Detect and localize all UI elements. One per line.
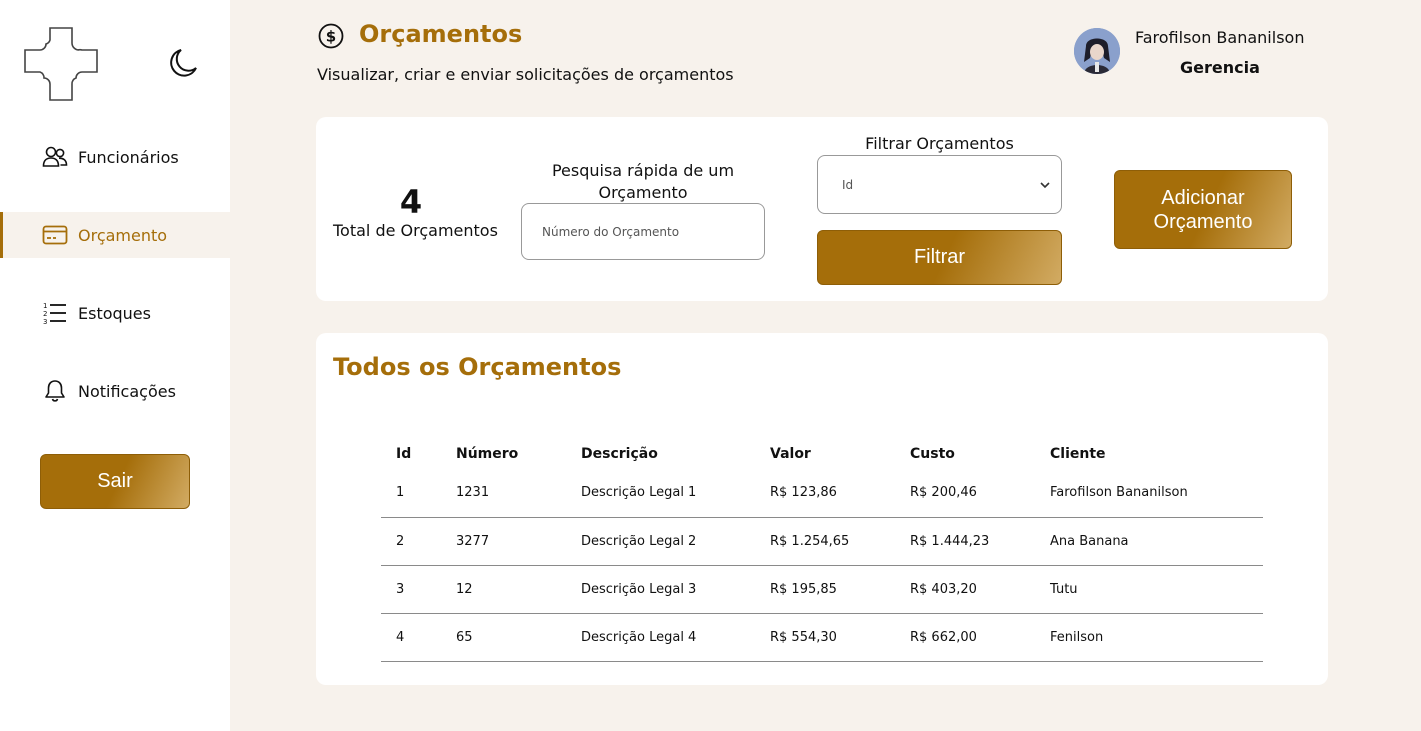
page-title: Orçamentos	[359, 20, 523, 48]
svg-text:2: 2	[43, 310, 47, 318]
table-cell: Descrição Legal 3	[566, 565, 755, 614]
table-cell: Descrição Legal 4	[566, 613, 755, 662]
table-cell: R$ 123,86	[755, 469, 895, 518]
table-cell: R$ 1.444,23	[895, 517, 1035, 566]
table-row[interactable]: 2 3277 Descrição Legal 2 R$ 1.254,65 R$ …	[381, 517, 1263, 566]
users-icon	[42, 144, 68, 170]
chevron-down-icon	[1040, 181, 1050, 188]
table-cell: 1	[381, 469, 441, 518]
column-header: Valor	[770, 446, 811, 462]
avatar[interactable]	[1074, 28, 1120, 74]
svg-text:3: 3	[43, 318, 47, 326]
sidebar-item-label: Funcionários	[78, 147, 179, 167]
sidebar-item-label: Orçamento	[78, 225, 168, 245]
table-cell: R$ 1.254,65	[755, 517, 895, 566]
svg-text:$: $	[326, 28, 336, 46]
table-cell: Tutu	[1035, 565, 1263, 614]
sidebar-item-notificacoes[interactable]: Notificações	[0, 368, 230, 414]
table-cell: R$ 403,20	[895, 565, 1035, 614]
filter-select-value: Id	[842, 177, 854, 192]
logout-button[interactable]: Sair	[40, 454, 190, 509]
sidebar-item-orcamento[interactable]: Orçamento	[0, 212, 230, 258]
table-cell: Fenilson	[1035, 613, 1263, 662]
table-cell: 1231	[441, 469, 566, 518]
budgets-table: Id Número Descrição Valor Custo Cliente …	[381, 439, 1263, 662]
filter-button[interactable]: Filtrar	[817, 230, 1062, 285]
sidebar-item-label: Notificações	[78, 381, 176, 401]
user-name: Farofilson Bananilson	[1135, 28, 1305, 47]
table-cell: 3	[381, 565, 441, 614]
table-cell: Descrição Legal 2	[566, 517, 755, 566]
bell-icon	[42, 378, 68, 404]
budgets-table-card: Todos os Orçamentos Id Número Descrição …	[316, 333, 1328, 685]
filter-label: Filtrar Orçamentos	[865, 134, 1014, 153]
table-row[interactable]: 4 65 Descrição Legal 4 R$ 554,30 R$ 662,…	[381, 613, 1263, 662]
page-subtitle: Visualizar, criar e enviar solicitações …	[317, 65, 734, 84]
table-cell: 2	[381, 517, 441, 566]
column-header: Descrição	[581, 446, 658, 462]
column-header: Número	[456, 446, 519, 462]
user-role: Gerencia	[1180, 58, 1260, 77]
sidebar-item-label: Estoques	[78, 303, 151, 323]
search-input[interactable]	[521, 203, 765, 260]
table-cell: 65	[441, 613, 566, 662]
table-row[interactable]: 3 12 Descrição Legal 3 R$ 195,85 R$ 403,…	[381, 565, 1263, 614]
filter-select[interactable]: Id	[817, 155, 1062, 214]
user-avatar-icon	[1074, 28, 1120, 74]
filter-card: 4 Total de Orçamentos Pesquisa rápida de…	[316, 117, 1328, 301]
table-header-row: Id Número Descrição Valor Custo Cliente	[381, 439, 1263, 469]
ordered-list-icon: 123	[42, 300, 68, 326]
dollar-circle-icon: $	[318, 23, 344, 49]
svg-text:1: 1	[43, 302, 47, 310]
search-label: Pesquisa rápida de um Orçamento	[551, 161, 735, 202]
table-cell: R$ 662,00	[895, 613, 1035, 662]
table-row[interactable]: 1 1231 Descrição Legal 1 R$ 123,86 R$ 20…	[381, 469, 1263, 518]
sidebar-item-estoques[interactable]: 123 Estoques	[0, 290, 230, 336]
table-cell: Ana Banana	[1035, 517, 1263, 566]
add-budget-button[interactable]: Adicionar Orçamento	[1114, 170, 1292, 249]
credit-card-icon	[42, 222, 68, 248]
moon-icon[interactable]	[166, 46, 200, 80]
table-cell: R$ 554,30	[755, 613, 895, 662]
cross-logo-icon	[24, 27, 98, 101]
column-header: Id	[396, 446, 412, 462]
table-title: Todos os Orçamentos	[333, 353, 622, 381]
total-label: Total de Orçamentos	[333, 221, 498, 240]
sidebar: Funcionários Orçamento 123 Estoques Noti…	[0, 0, 230, 731]
table-cell: R$ 195,85	[755, 565, 895, 614]
table-cell: 4	[381, 613, 441, 662]
table-cell: 12	[441, 565, 566, 614]
column-header: Cliente	[1050, 446, 1106, 462]
column-header: Custo	[910, 446, 955, 462]
table-cell: Farofilson Bananilson	[1035, 469, 1263, 518]
sidebar-item-funcionarios[interactable]: Funcionários	[0, 134, 230, 180]
table-cell: R$ 200,46	[895, 469, 1035, 518]
table-cell: Descrição Legal 1	[566, 469, 755, 518]
table-cell: 3277	[441, 517, 566, 566]
